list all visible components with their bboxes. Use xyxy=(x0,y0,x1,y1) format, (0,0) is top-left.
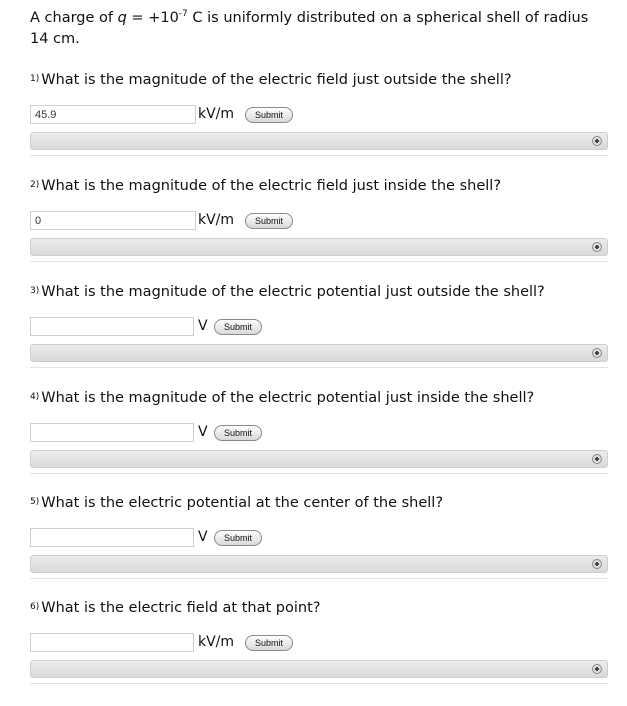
submit-button[interactable]: Submit xyxy=(214,530,263,546)
question-prompt: What is the magnitude of the electric fi… xyxy=(41,178,502,194)
unit-label: kV/m xyxy=(198,212,235,228)
question-2: 2) What is the magnitude of the electric … xyxy=(30,178,608,284)
divider xyxy=(30,367,608,368)
hint-bar[interactable] xyxy=(30,344,608,362)
question-3: 3) What is the magnitude of the electric … xyxy=(30,284,608,390)
hint-bar[interactable] xyxy=(30,660,608,678)
hint-bar[interactable] xyxy=(30,238,608,256)
submit-button[interactable]: Submit xyxy=(214,319,263,335)
question-number: 4) xyxy=(30,392,40,402)
hint-bar[interactable] xyxy=(30,132,608,150)
question-text: 1) What is the magnitude of the electric … xyxy=(30,72,512,88)
answer-input[interactable] xyxy=(30,105,196,124)
divider xyxy=(30,578,608,579)
answer-input[interactable] xyxy=(30,633,194,652)
question-5: 5) What is the electric potential at the … xyxy=(30,495,608,601)
divider xyxy=(30,155,608,156)
submit-button[interactable]: Submit xyxy=(245,213,294,229)
expand-icon[interactable] xyxy=(592,559,602,569)
answer-input[interactable] xyxy=(30,528,194,547)
divider xyxy=(30,261,608,262)
question-prompt: What is the magnitude of the electric fi… xyxy=(41,72,512,88)
expand-icon[interactable] xyxy=(592,242,602,252)
question-number: 2) xyxy=(30,180,40,190)
question-number: 3) xyxy=(30,286,40,296)
question-text: 2) What is the magnitude of the electric … xyxy=(30,178,501,194)
submit-button[interactable]: Submit xyxy=(245,107,294,123)
question-6: 6) What is the electric field at that poi… xyxy=(30,600,608,706)
unit-label: V xyxy=(198,424,208,440)
submit-button[interactable]: Submit xyxy=(214,425,263,441)
unit-label: kV/m xyxy=(198,106,235,122)
expand-icon[interactable] xyxy=(592,136,602,146)
problem-statement: A charge of q = +10-7 C is uniformly dis… xyxy=(30,8,610,50)
charge-exponent: -7 xyxy=(178,9,188,19)
question-4: 4) What is the magnitude of the electric … xyxy=(30,390,608,496)
hint-bar[interactable] xyxy=(30,450,608,468)
question-text: 4) What is the magnitude of the electric … xyxy=(30,390,534,406)
answer-input[interactable] xyxy=(30,423,194,442)
submit-button[interactable]: Submit xyxy=(245,635,294,651)
homework-page: A charge of q = +10-7 C is uniformly dis… xyxy=(0,0,627,700)
unit-label: V xyxy=(198,318,208,334)
problem-charge-value: = +10 xyxy=(126,10,179,26)
expand-icon[interactable] xyxy=(592,664,602,674)
question-number: 1) xyxy=(30,74,40,84)
question-text: 3) What is the magnitude of the electric … xyxy=(30,284,545,300)
question-number: 6) xyxy=(30,602,40,612)
unit-label: V xyxy=(198,529,208,545)
hint-bar[interactable] xyxy=(30,555,608,573)
question-number: 5) xyxy=(30,497,40,507)
expand-icon[interactable] xyxy=(592,454,602,464)
problem-text-start: A charge of xyxy=(30,10,118,26)
question-text: 5) What is the electric potential at the … xyxy=(30,495,443,511)
question-text: 6) What is the electric field at that poi… xyxy=(30,600,320,616)
question-1: 1) What is the magnitude of the electric … xyxy=(30,72,608,178)
question-prompt: What is the magnitude of the electric po… xyxy=(41,390,535,406)
divider xyxy=(30,683,608,684)
answer-input[interactable] xyxy=(30,211,196,230)
answer-input[interactable] xyxy=(30,317,194,336)
question-prompt: What is the electric potential at the ce… xyxy=(41,495,444,511)
divider xyxy=(30,473,608,474)
unit-label: kV/m xyxy=(198,634,235,650)
charge-symbol: q xyxy=(117,10,127,26)
question-prompt: What is the electric field at that point… xyxy=(41,600,321,616)
question-prompt: What is the magnitude of the electric po… xyxy=(41,284,545,300)
expand-icon[interactable] xyxy=(592,348,602,358)
